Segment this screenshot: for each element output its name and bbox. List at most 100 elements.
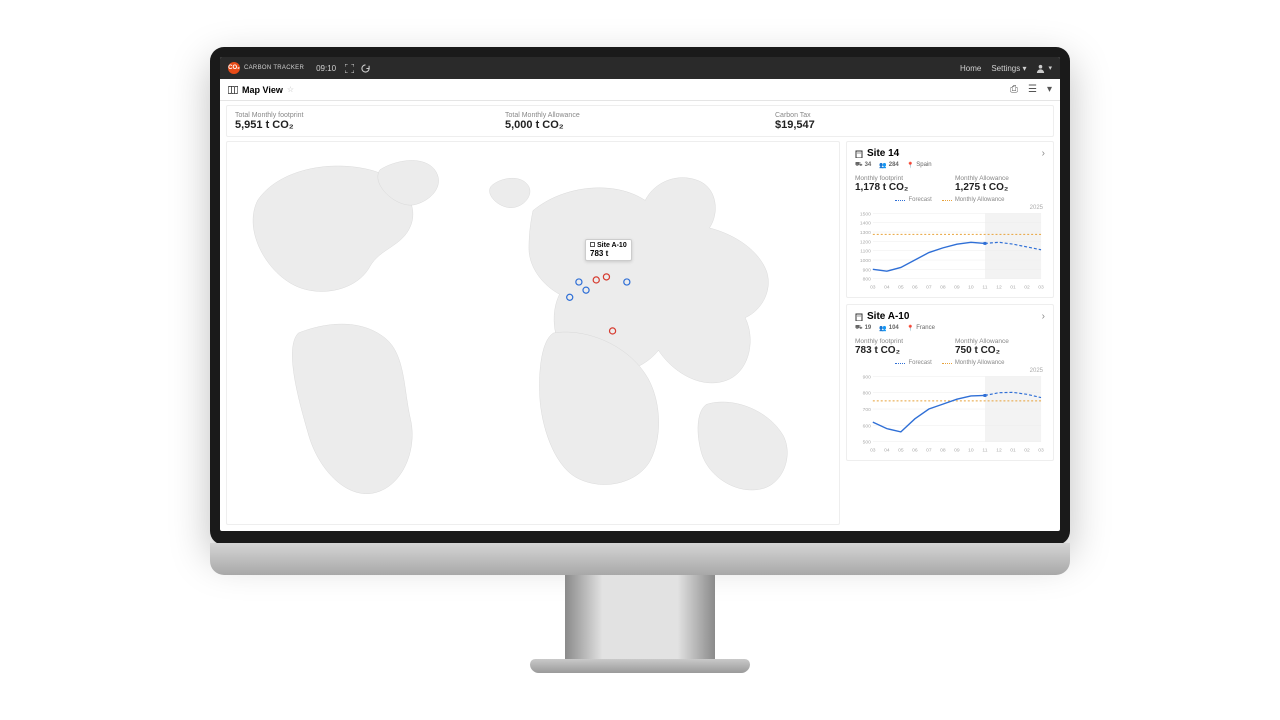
card-stat-allowance: Monthly Allowance 1,275 t CO₂ (955, 175, 1045, 193)
svg-text:04: 04 (884, 448, 890, 454)
cstat-value: 1,275 t CO₂ (955, 182, 1045, 193)
user-icon (1036, 64, 1045, 73)
site-meta: ⛟19 👥104 📍France (855, 324, 1045, 332)
svg-text:07: 07 (926, 448, 932, 454)
refresh-icon[interactable] (360, 63, 370, 73)
pin-icon: 📍 (907, 162, 914, 169)
page-subbar: Map View ☆ ⎙ ☰ ▾ (220, 79, 1060, 101)
svg-text:800: 800 (863, 391, 871, 397)
side-panels: Site 14 › ⛟34 👥284 📍Spain Monthly footpr… (846, 141, 1054, 525)
user-menu[interactable]: ▾ (1036, 64, 1052, 73)
svg-text:500: 500 (863, 440, 871, 446)
card-stat-allowance: Monthly Allowance 750 t CO₂ (955, 338, 1045, 356)
site-card: Site A-10 › ⛟19 👥104 📍France Monthly foo… (846, 304, 1054, 461)
stat-value: 5,000 t CO₂ (505, 119, 775, 131)
stats-bar: Total Monthly footprint 5,951 t CO₂ Tota… (226, 105, 1054, 137)
svg-text:06: 06 (912, 285, 918, 291)
pin-icon: 📍 (907, 325, 914, 332)
list-icon[interactable]: ☰ (1028, 84, 1037, 95)
svg-text:03: 03 (870, 448, 876, 454)
chart-year: 2025 (1030, 205, 1043, 211)
svg-text:11: 11 (982, 285, 987, 291)
tooltip-site: Site A-10 (597, 242, 627, 249)
svg-text:800: 800 (863, 277, 871, 283)
site-title: Site A-10 (867, 311, 909, 322)
legend-forecast: Forecast (908, 360, 931, 366)
svg-text:05: 05 (898, 285, 904, 291)
svg-text:01: 01 (1010, 285, 1016, 291)
people-icon: 👥 (879, 162, 886, 169)
svg-text:10: 10 (968, 448, 974, 454)
chart-legend: Forecast Monthly Allowance (855, 197, 1045, 203)
stat-value: $19,547 (775, 119, 1045, 131)
stat-carbon-tax: Carbon Tax $19,547 (775, 112, 1045, 131)
chevron-right-icon[interactable]: › (1042, 311, 1045, 322)
building-icon (855, 313, 863, 321)
main-content: Site A-10 783 t Site 14 › ⛟34 👥284 📍Spai… (220, 141, 1060, 531)
building-icon (855, 150, 863, 158)
svg-text:05: 05 (898, 448, 904, 454)
svg-text:900: 900 (863, 267, 871, 273)
svg-text:1200: 1200 (860, 239, 871, 245)
monitor-stand-neck (565, 575, 715, 663)
svg-text:11: 11 (982, 448, 987, 454)
stat-label: Total Monthly footprint (235, 112, 505, 119)
meta-vehicles: 19 (865, 325, 872, 331)
app-screen: CO₂ CARBON TRACKER 09:10 Home Settings ▾… (220, 57, 1060, 531)
svg-text:12: 12 (996, 285, 1002, 291)
stat-value: 5,951 t CO₂ (235, 119, 505, 131)
cstat-value: 783 t CO₂ (855, 345, 945, 356)
monitor-stand-base (530, 659, 750, 673)
fullscreen-icon[interactable] (344, 63, 354, 73)
svg-text:02: 02 (1024, 285, 1030, 291)
svg-text:09: 09 (954, 448, 960, 454)
svg-text:1400: 1400 (860, 221, 871, 227)
chevron-right-icon[interactable]: › (1042, 148, 1045, 159)
brand-logo-icon: CO₂ (228, 62, 240, 74)
cstat-value: 750 t CO₂ (955, 345, 1045, 356)
monitor-chin (210, 543, 1070, 575)
svg-text:06: 06 (912, 448, 918, 454)
card-stat-footprint: Monthly footprint 783 t CO₂ (855, 338, 945, 356)
svg-text:600: 600 (863, 423, 871, 429)
monitor-bezel: CO₂ CARBON TRACKER 09:10 Home Settings ▾… (210, 47, 1070, 545)
stat-label: Carbon Tax (775, 112, 1045, 119)
meta-vehicles: 34 (865, 162, 872, 168)
map-icon (228, 86, 238, 94)
svg-text:1300: 1300 (860, 230, 871, 236)
svg-text:07: 07 (926, 285, 932, 291)
svg-text:03: 03 (870, 285, 876, 291)
svg-text:12: 12 (996, 448, 1002, 454)
app-topbar: CO₂ CARBON TRACKER 09:10 Home Settings ▾… (220, 57, 1060, 79)
meta-location: France (916, 325, 935, 331)
monitor-frame: CO₂ CARBON TRACKER 09:10 Home Settings ▾… (210, 47, 1070, 673)
world-map[interactable]: Site A-10 783 t (226, 141, 840, 525)
svg-text:02: 02 (1024, 448, 1030, 454)
tooltip-value: 783 t (590, 249, 627, 258)
meta-people: 284 (889, 162, 899, 168)
svg-text:08: 08 (940, 448, 946, 454)
svg-text:01: 01 (1010, 448, 1016, 454)
cstat-label: Monthly footprint (855, 175, 945, 182)
svg-text:03: 03 (1038, 285, 1044, 291)
filter-icon[interactable]: ▾ (1047, 84, 1052, 95)
cstat-value: 1,178 t CO₂ (855, 182, 945, 193)
chart-legend: Forecast Monthly Allowance (855, 360, 1045, 366)
nav-settings[interactable]: Settings ▾ (991, 64, 1026, 73)
vehicle-icon: ⛟ (855, 324, 863, 332)
clock: 09:10 (316, 64, 336, 73)
print-icon[interactable]: ⎙ (1010, 84, 1018, 95)
nav-home[interactable]: Home (960, 64, 981, 73)
legend-allowance: Monthly Allowance (955, 360, 1005, 366)
chevron-down-icon: ▾ (1022, 64, 1026, 73)
site-card: Site 14 › ⛟34 👥284 📍Spain Monthly footpr… (846, 141, 1054, 298)
people-icon: 👥 (879, 325, 886, 332)
chart-year: 2025 (1030, 368, 1043, 374)
svg-text:1100: 1100 (860, 249, 871, 255)
cstat-label: Monthly Allowance (955, 175, 1045, 182)
svg-text:04: 04 (884, 285, 890, 291)
svg-text:03: 03 (1038, 448, 1044, 454)
svg-text:700: 700 (863, 407, 871, 413)
meta-location: Spain (916, 162, 931, 168)
favorite-star-icon[interactable]: ☆ (287, 85, 294, 94)
